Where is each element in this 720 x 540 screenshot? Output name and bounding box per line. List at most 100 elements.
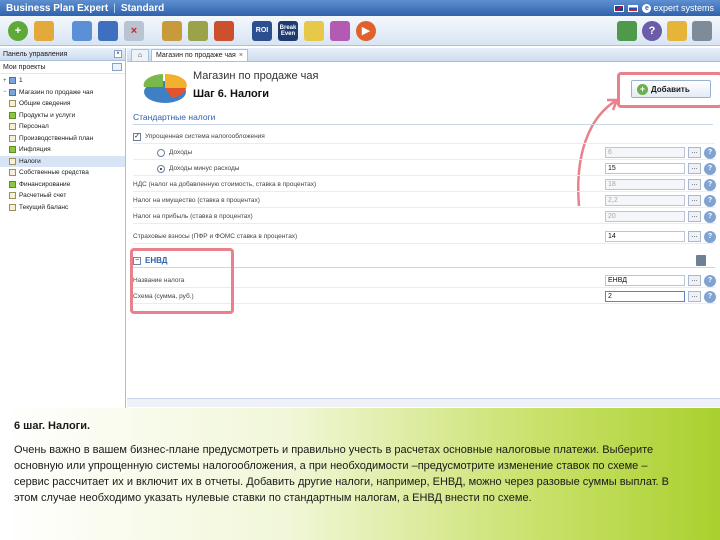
- tax-rate-input[interactable]: 2,2: [605, 195, 685, 206]
- tax-rate-input[interactable]: 18: [605, 179, 685, 190]
- tax-rate-input[interactable]: 20: [605, 211, 685, 222]
- folder-icon[interactable]: [34, 20, 54, 41]
- tab-strip: ⌂ Магазин по продаже чая ×: [127, 48, 720, 62]
- help-icon[interactable]: ?: [704, 210, 716, 223]
- tree-item-label: Инфляция: [19, 146, 51, 154]
- tree-item[interactable]: +1: [0, 75, 125, 87]
- export-icon[interactable]: [214, 20, 234, 41]
- help-icon[interactable]: ?: [704, 290, 716, 303]
- play-icon[interactable]: ▶: [356, 20, 376, 41]
- tree-item-label: Расчетный счет: [19, 192, 67, 200]
- horizontal-scrollbar[interactable]: [127, 398, 720, 407]
- left-panel-header: Панель управления ×: [0, 48, 125, 61]
- schedule-button[interactable]: …: [688, 275, 701, 286]
- tab-close-icon[interactable]: ×: [239, 52, 243, 59]
- schedule-button[interactable]: …: [688, 195, 701, 206]
- tree-item[interactable]: Налоги: [0, 155, 125, 167]
- tax-row: ✓ Упрощенная система налогообложения: [133, 130, 715, 144]
- caption-title: 6 шаг. Налоги.: [14, 420, 91, 432]
- tree-item[interactable]: Расчетный счет: [0, 190, 125, 202]
- sack-icon[interactable]: [188, 20, 208, 41]
- notes-icon[interactable]: [304, 20, 324, 41]
- close-icon[interactable]: ×: [114, 50, 122, 58]
- tree-toggle-icon[interactable]: +: [3, 78, 8, 84]
- schedule-button[interactable]: …: [688, 147, 701, 158]
- tax-rate-input[interactable]: 6: [605, 147, 685, 158]
- help-icon[interactable]: ?: [704, 162, 716, 175]
- break-even-icon[interactable]: Break Even: [278, 20, 298, 41]
- project-tree: +1 − Магазин по продаже чая Общие сведения П…: [0, 74, 125, 214]
- tab-home[interactable]: ⌂: [131, 49, 149, 61]
- copy-icon[interactable]: [72, 20, 92, 41]
- exit-icon[interactable]: [692, 20, 712, 41]
- envd-scheme-input[interactable]: 2: [605, 291, 685, 302]
- tree-item-label: Финансирование: [19, 180, 71, 188]
- toolbar-right: ?: [617, 20, 712, 41]
- help-icon[interactable]: ?: [704, 194, 716, 207]
- save-icon[interactable]: [98, 20, 118, 41]
- section-icon: [9, 203, 16, 211]
- tax-rate-input[interactable]: 14: [605, 231, 685, 242]
- tree-item[interactable]: Персонал: [0, 121, 125, 133]
- help-icon[interactable]: ?: [704, 274, 716, 287]
- puzzle-icon[interactable]: [330, 20, 350, 41]
- schedule-button[interactable]: …: [688, 211, 701, 222]
- tree-item[interactable]: Инфляция: [0, 144, 125, 156]
- tab-project[interactable]: Магазин по продаже чая ×: [151, 49, 248, 61]
- roi-icon[interactable]: ROI: [252, 20, 272, 41]
- trash-icon[interactable]: [696, 255, 706, 266]
- help-icon[interactable]: ?: [642, 20, 662, 41]
- project-icon: [9, 77, 16, 85]
- schedule-button[interactable]: …: [688, 291, 701, 302]
- tax-rate-input[interactable]: 15: [605, 163, 685, 174]
- section-icon: [9, 157, 16, 165]
- uk-flag-icon[interactable]: [614, 4, 625, 12]
- tree-item[interactable]: Производственный план: [0, 133, 125, 145]
- app-edition: Standard: [120, 2, 165, 14]
- ru-flag-icon[interactable]: [628, 4, 639, 12]
- section-divider: [133, 124, 713, 125]
- simplified-tax-checkbox[interactable]: ✓: [133, 132, 141, 141]
- envd-name-input[interactable]: ЕНВД: [605, 275, 685, 286]
- expert-systems-logo: e expert systems: [642, 3, 714, 13]
- add-icon[interactable]: +: [8, 20, 28, 41]
- tree-item-label: Производственный план: [19, 134, 94, 142]
- section-icon: [9, 169, 16, 177]
- tax-base-radio[interactable]: [157, 148, 165, 157]
- tree-toggle-icon[interactable]: −: [3, 89, 8, 95]
- projects-menu-button[interactable]: [112, 63, 122, 71]
- tree-item[interactable]: Собственные средства: [0, 167, 125, 179]
- schedule-button[interactable]: …: [688, 163, 701, 174]
- title-separator: |: [113, 2, 116, 14]
- tax-base-radio[interactable]: [157, 164, 165, 173]
- tree-item[interactable]: Продукты и услуги: [0, 110, 125, 122]
- help-icon[interactable]: ?: [704, 146, 716, 159]
- tax-row: Доходы минус расходы 15…?: [133, 162, 716, 176]
- schedule-button[interactable]: …: [688, 231, 701, 242]
- tree-item[interactable]: − Магазин по продаже чая: [0, 87, 125, 99]
- tree-item[interactable]: Финансирование: [0, 179, 125, 191]
- tax-row-label: Доходы минус расходы: [169, 165, 240, 172]
- edit-icon[interactable]: [667, 20, 687, 41]
- users-icon[interactable]: [617, 20, 637, 41]
- scales-icon[interactable]: [162, 20, 182, 41]
- title-bar-right: e expert systems: [614, 3, 714, 13]
- projects-header: Мои проекты: [0, 61, 125, 74]
- section-icon: [9, 100, 16, 108]
- help-icon[interactable]: ?: [704, 230, 716, 243]
- help-icon[interactable]: ?: [704, 178, 716, 191]
- delete-icon[interactable]: ×: [124, 20, 144, 41]
- section-icon: [9, 134, 16, 142]
- home-icon: ⌂: [137, 52, 143, 59]
- add-button-highlight: [617, 72, 720, 108]
- left-panel: Панель управления × Мои проекты +1 − Магаз…: [0, 48, 126, 408]
- tree-item-label: Собственные средства: [19, 169, 89, 177]
- tax-row-label: Налог на прибыль (ставка в процентах): [133, 213, 253, 220]
- tree-item[interactable]: Текущий баланс: [0, 202, 125, 214]
- caption-text: Очень важно в вашем бизнес-плане предусм…: [14, 444, 669, 504]
- tax-row: Налог на прибыль (ставка в процентах) 20……: [133, 210, 716, 224]
- tax-row-label: Страховые взносы (ПФР и ФОМС ставка в пр…: [133, 233, 298, 240]
- schedule-button[interactable]: …: [688, 179, 701, 190]
- tree-item[interactable]: Общие сведения: [0, 98, 125, 110]
- step-title: Шаг 6. Налоги: [193, 88, 270, 100]
